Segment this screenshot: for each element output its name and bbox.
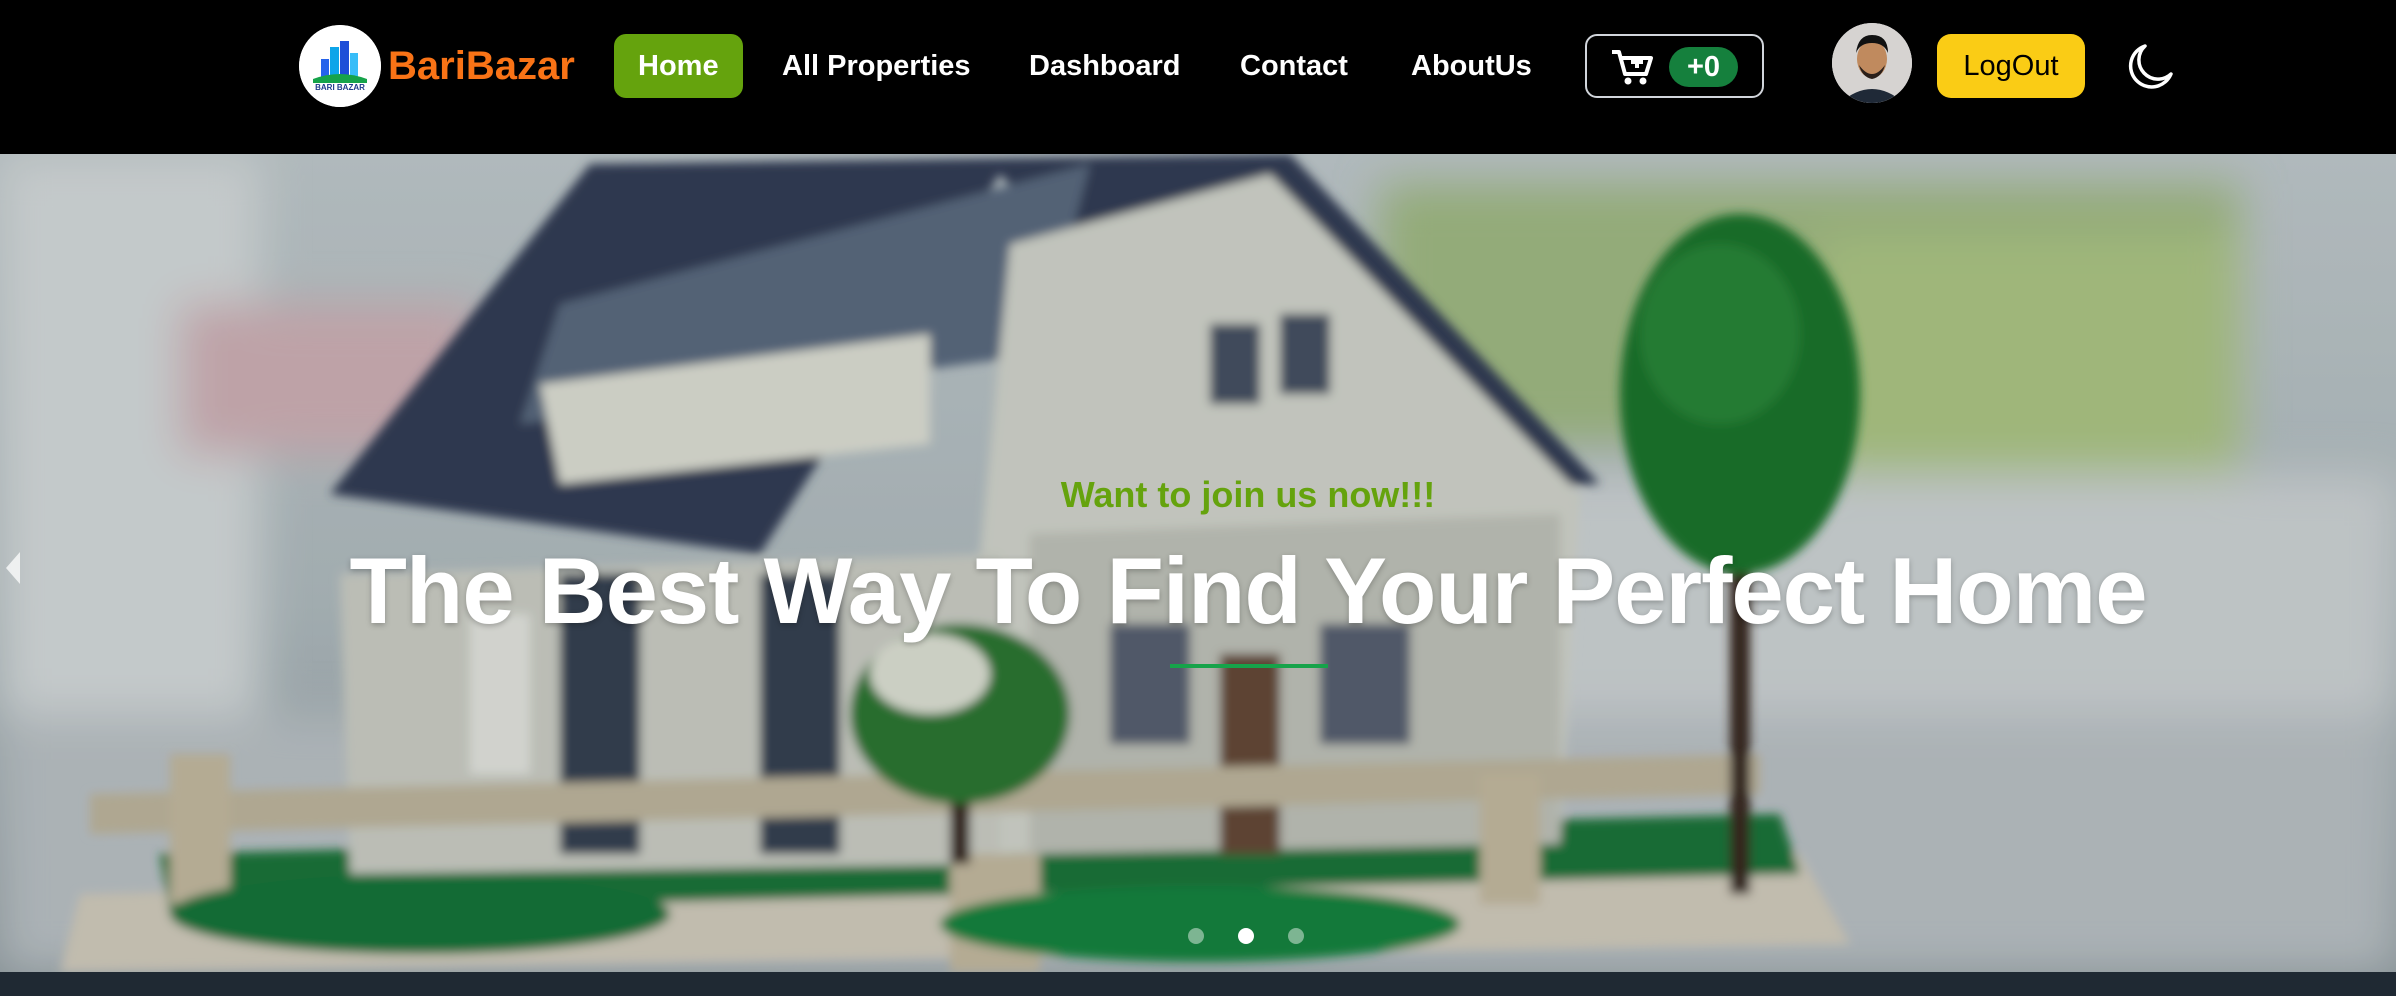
user-avatar[interactable] — [1832, 23, 1912, 103]
nav-home[interactable]: Home — [614, 34, 743, 98]
next-section-edge — [0, 972, 2396, 996]
logo-text: BARI BAZAR — [315, 83, 365, 92]
hero-headline: The Best Way To Find Your Perfect Home — [349, 538, 2147, 643]
headline-underline — [1170, 664, 1328, 668]
hero-carousel: Want to join us now!!! The Best Way To F… — [0, 154, 2396, 972]
carousel-dot-2[interactable] — [1238, 928, 1254, 944]
carousel-dot-1[interactable] — [1188, 928, 1204, 944]
brand-name[interactable]: BariBazar — [388, 40, 575, 92]
hero-eyebrow: Want to join us now!!! — [1060, 474, 1436, 515]
nav-all-properties[interactable]: All Properties — [782, 34, 971, 98]
carousel-dots — [1188, 924, 1308, 948]
cart-button[interactable]: +0 — [1585, 34, 1764, 98]
cart-count-badge: +0 — [1669, 47, 1739, 87]
nav-contact[interactable]: Contact — [1240, 34, 1348, 98]
top-navbar: BARI BAZAR BariBazar Home All Properties… — [0, 0, 2396, 154]
brand-logo[interactable]: BARI BAZAR — [299, 25, 381, 107]
cart-plus-icon — [1612, 50, 1653, 85]
carousel-dot-3[interactable] — [1288, 928, 1304, 944]
nav-aboutus[interactable]: AboutUs — [1411, 34, 1532, 98]
logout-button[interactable]: LogOut — [1937, 34, 2085, 98]
nav-dashboard[interactable]: Dashboard — [1029, 34, 1180, 98]
moon-icon[interactable] — [2125, 40, 2177, 92]
